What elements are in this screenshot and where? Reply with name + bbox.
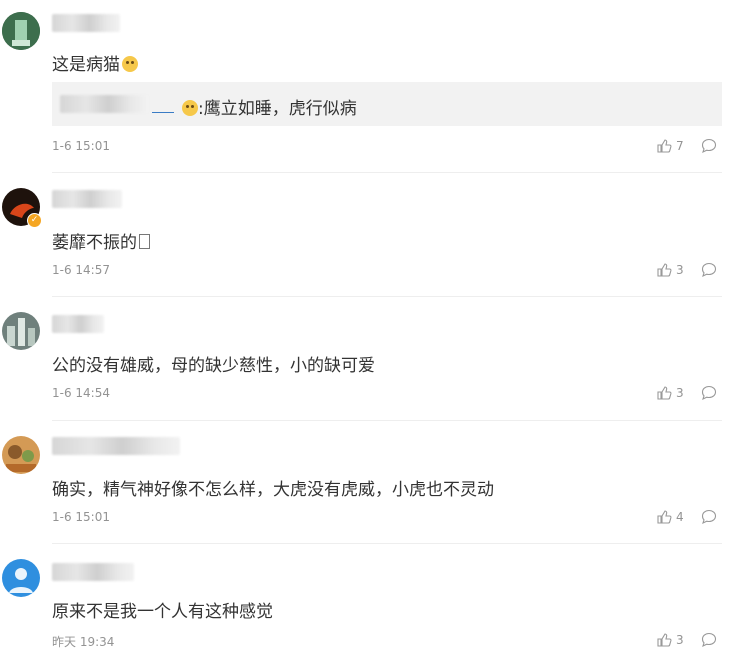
- quoted-username-underline: [152, 112, 174, 113]
- thumbs-up-icon: [657, 510, 672, 524]
- avatar-image: [2, 312, 40, 350]
- divider: [52, 172, 722, 173]
- avatar-image: [2, 559, 40, 597]
- timestamp: 1-6 14:57: [52, 263, 110, 277]
- avatar[interactable]: [2, 436, 40, 474]
- comment-text: 确实，精气神好像不怎么样，大虎没有虎威，小虎也不灵动: [52, 480, 494, 500]
- like-button[interactable]: 7: [656, 138, 684, 154]
- thumbs-up-icon: [657, 139, 672, 153]
- like-count: 3: [676, 633, 684, 647]
- comment-icon[interactable]: [700, 384, 718, 402]
- timestamp: 1-6 15:01: [52, 510, 110, 524]
- thumbs-up-icon: [657, 386, 672, 400]
- divider: [52, 296, 722, 297]
- cat-emoji-icon: [122, 56, 138, 72]
- like-count: 3: [676, 386, 684, 400]
- like-button[interactable]: 3: [656, 632, 684, 648]
- avatar-image: [2, 12, 40, 50]
- username-blurred[interactable]: [52, 563, 134, 581]
- quoted-reply[interactable]: :鹰立如睡，虎行似病: [52, 82, 722, 126]
- divider: [52, 543, 722, 544]
- thumbs-up-icon: [657, 633, 672, 647]
- like-button[interactable]: 3: [656, 262, 684, 278]
- comment-text: 这是病猫: [52, 50, 138, 75]
- missing-glyph-icon: [139, 234, 150, 249]
- quoted-username-blurred[interactable]: [60, 95, 148, 113]
- timestamp: 昨天 19:34: [52, 635, 115, 649]
- avatar[interactable]: [2, 559, 40, 597]
- username-blurred[interactable]: [52, 437, 180, 455]
- timestamp: 1-6 14:54: [52, 386, 110, 400]
- cat-emoji-icon: [182, 100, 198, 116]
- timestamp: 1-6 15:01: [52, 139, 110, 153]
- quoted-text: :鹰立如睡，虎行似病: [176, 94, 357, 119]
- comment-text: 原来不是我一个人有这种感觉: [52, 602, 273, 622]
- username-blurred[interactable]: [52, 315, 104, 333]
- username-blurred[interactable]: [52, 190, 122, 208]
- avatar-image: [2, 436, 40, 474]
- like-count: 4: [676, 510, 684, 524]
- avatar[interactable]: [2, 312, 40, 350]
- like-count: 7: [676, 139, 684, 153]
- avatar[interactable]: [2, 12, 40, 50]
- like-count: 3: [676, 263, 684, 277]
- like-button[interactable]: 4: [656, 509, 684, 525]
- like-button[interactable]: 3: [656, 385, 684, 401]
- comment-text: 萎靡不振的: [52, 228, 150, 253]
- comment-icon[interactable]: [700, 508, 718, 526]
- verified-badge-icon: ✓: [27, 213, 42, 228]
- comment-text: 公的没有雄威，母的缺少慈性，小的缺可爱: [52, 356, 375, 376]
- thumbs-up-icon: [657, 263, 672, 277]
- comment-icon[interactable]: [700, 137, 718, 155]
- comment-icon[interactable]: [700, 261, 718, 279]
- divider: [52, 420, 722, 421]
- comment-icon[interactable]: [700, 631, 718, 649]
- username-blurred[interactable]: [52, 14, 120, 32]
